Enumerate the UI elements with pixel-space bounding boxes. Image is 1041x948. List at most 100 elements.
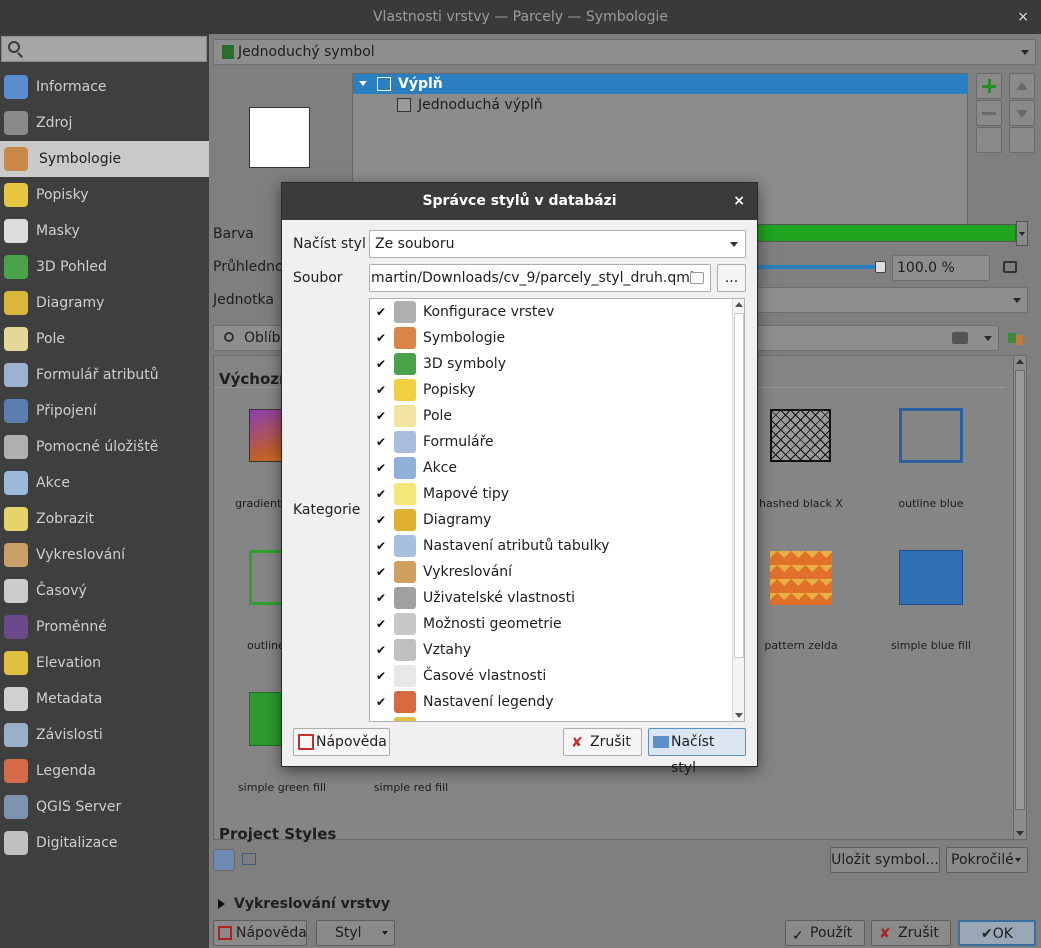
category-list[interactable]: ✔ Konfigurace vrstev ✔ Symbologie ✔ 3D symbol… xyxy=(369,298,745,722)
category-item[interactable]: ✔ Mapové tipy xyxy=(370,481,734,507)
color-dropdown[interactable] xyxy=(1016,221,1028,246)
sidebar-item-fields[interactable]: Pole xyxy=(0,321,209,357)
browse-button[interactable]: ... xyxy=(717,264,746,292)
expand-icon[interactable] xyxy=(359,81,367,86)
sidebar-item-source[interactable]: Zdroj xyxy=(0,105,209,141)
duplicate-layer-button[interactable] xyxy=(976,127,1002,153)
swatch-outline-blue[interactable] xyxy=(899,408,963,463)
checkbox-checked[interactable]: ✔ xyxy=(375,618,387,630)
swatch-pattern-zelda[interactable] xyxy=(770,551,832,605)
category-item[interactable]: ✔ 3D symboly xyxy=(370,351,734,377)
category-item[interactable]: ✔ Diagramy xyxy=(370,507,734,533)
checkbox-checked[interactable]: ✔ xyxy=(375,670,387,682)
category-item[interactable]: ✔ Formuláře xyxy=(370,429,734,455)
library-scrollbar[interactable] xyxy=(1013,356,1026,839)
data-defined-override-icon[interactable] xyxy=(1001,259,1021,277)
swatch-hashed-black-x[interactable] xyxy=(770,409,831,462)
file-path-input[interactable]: martin/Downloads/cv_9/parcely_styl_druh.… xyxy=(369,264,711,292)
cancel-button[interactable]: ✘ Zrušit xyxy=(871,920,951,946)
style-manager-icon[interactable] xyxy=(1006,329,1026,349)
sidebar-item-masks[interactable]: Masky xyxy=(0,213,209,249)
checkbox-checked[interactable]: ✔ xyxy=(375,592,387,604)
checkbox-checked[interactable]: ✔ xyxy=(375,566,387,578)
sidebar-item-diagrams[interactable]: Diagramy xyxy=(0,285,209,321)
ok-button[interactable]: ✔OK xyxy=(958,920,1036,946)
list-view-button[interactable] xyxy=(242,853,256,865)
move-up-button[interactable] xyxy=(1009,73,1035,99)
checkbox-checked[interactable]: ✔ xyxy=(375,462,387,474)
category-item[interactable]: ✔ Nastavení legendy xyxy=(370,689,734,715)
unit-combo[interactable] xyxy=(754,287,1028,313)
lock-layer-button[interactable] xyxy=(1009,127,1035,153)
sidebar-item-symbology[interactable]: Symbologie xyxy=(0,141,209,177)
move-down-button[interactable] xyxy=(1009,100,1035,126)
checkbox-checked[interactable]: ✔ xyxy=(375,540,387,552)
sidebar-item-display[interactable]: Zobrazit xyxy=(0,501,209,537)
category-item[interactable]: ✔ Konfigurace vrstev xyxy=(370,299,734,325)
sidebar-item-3d[interactable]: 3D Pohled xyxy=(0,249,209,285)
style-button[interactable]: Styl xyxy=(316,920,395,946)
sidebar-item-actions[interactable]: Akce xyxy=(0,465,209,501)
checkbox-checked[interactable]: ✔ xyxy=(375,384,387,396)
clear-icon[interactable] xyxy=(690,272,704,284)
sidebar-item-form[interactable]: Formulář atributů xyxy=(0,357,209,393)
layer-rendering-header[interactable]: Vykreslování vrstvy xyxy=(234,896,390,912)
tree-item-fill[interactable]: Výplň xyxy=(353,74,967,94)
clear-icon[interactable] xyxy=(952,332,968,344)
color-button[interactable] xyxy=(754,224,1016,242)
sidebar-item-info[interactable]: Informace xyxy=(0,69,209,105)
sidebar-item-metadata[interactable]: Metadata xyxy=(0,681,209,717)
opacity-slider[interactable] xyxy=(754,265,884,269)
icon-view-button[interactable] xyxy=(213,849,235,871)
sidebar-item-rendering[interactable]: Vykreslování xyxy=(0,537,209,573)
checkbox-checked[interactable]: ✔ xyxy=(375,332,387,344)
dialog-help-button[interactable]: Nápověda xyxy=(293,728,390,756)
apply-button[interactable]: ✓ Použít xyxy=(785,920,865,946)
category-item[interactable]: ✔ Nastavení atributů tabulky xyxy=(370,533,734,559)
sidebar-item-server[interactable]: QGIS Server xyxy=(0,789,209,825)
renderer-combo[interactable]: Jednoduchý symbol xyxy=(213,39,1036,65)
advanced-button[interactable]: Pokročilé xyxy=(946,847,1028,873)
sidebar-item-elevation[interactable]: Elevation xyxy=(0,645,209,681)
category-item[interactable]: ✔ Možnosti geometrie xyxy=(370,611,734,637)
close-icon[interactable]: × xyxy=(733,183,745,220)
category-item[interactable]: ✔ Uživatelské vlastnosti xyxy=(370,585,734,611)
checkbox-checked[interactable]: ✔ xyxy=(375,436,387,448)
checkbox-checked[interactable]: ✔ xyxy=(375,514,387,526)
save-symbol-button[interactable]: Uložit symbol... xyxy=(830,847,940,873)
checkbox-checked[interactable]: ✔ xyxy=(375,306,387,318)
load-style-combo[interactable]: Ze souboru xyxy=(369,230,746,258)
sidebar-item-dependencies[interactable]: Závislosti xyxy=(0,717,209,753)
add-layer-button[interactable] xyxy=(976,73,1002,99)
category-item[interactable]: ✔ Pole xyxy=(370,403,734,429)
checkbox-checked[interactable]: ✔ xyxy=(375,696,387,708)
sidebar-item-digitizing[interactable]: Digitalizace xyxy=(0,825,209,861)
sidebar-item-legend[interactable]: Legenda xyxy=(0,753,209,789)
opacity-slider-handle[interactable] xyxy=(875,261,886,273)
dialog-load-style-button[interactable]: Načíst styl xyxy=(648,728,746,776)
close-icon[interactable]: × xyxy=(1017,0,1029,34)
remove-layer-button[interactable] xyxy=(976,100,1002,126)
help-button[interactable]: Nápověda xyxy=(213,920,307,946)
category-item[interactable]: ✔ Vztahy xyxy=(370,637,734,663)
checkbox-checked[interactable]: ✔ xyxy=(375,488,387,500)
category-item[interactable]: ✔ Vykreslování xyxy=(370,559,734,585)
sidebar-item-storage[interactable]: Pomocné úložiště xyxy=(0,429,209,465)
category-item[interactable]: ✔ Časové vlastnosti xyxy=(370,663,734,689)
category-item[interactable]: ✔ Symbologie xyxy=(370,325,734,351)
sidebar-item-joins[interactable]: Připojení xyxy=(0,393,209,429)
category-item[interactable]: ✔ Popisky xyxy=(370,377,734,403)
sidebar-item-variables[interactable]: Proměnné xyxy=(0,609,209,645)
checkbox-checked[interactable]: ✔ xyxy=(375,644,387,656)
sidebar-item-temporal[interactable]: Časový xyxy=(0,573,209,609)
checkbox-checked[interactable]: ✔ xyxy=(375,358,387,370)
sidebar-item-labels[interactable]: Popisky xyxy=(0,177,209,213)
opacity-spinbox[interactable]: 100.0 % xyxy=(892,255,990,281)
sidebar-search-input[interactable] xyxy=(1,36,207,62)
category-scrollbar[interactable] xyxy=(732,299,744,721)
expand-icon[interactable] xyxy=(218,899,225,909)
checkbox-checked[interactable]: ✔ xyxy=(375,410,387,422)
category-item[interactable]: ✔Elevation Properties xyxy=(370,715,734,721)
category-item[interactable]: ✔ Akce xyxy=(370,455,734,481)
swatch-simple-blue-fill[interactable] xyxy=(899,550,963,605)
